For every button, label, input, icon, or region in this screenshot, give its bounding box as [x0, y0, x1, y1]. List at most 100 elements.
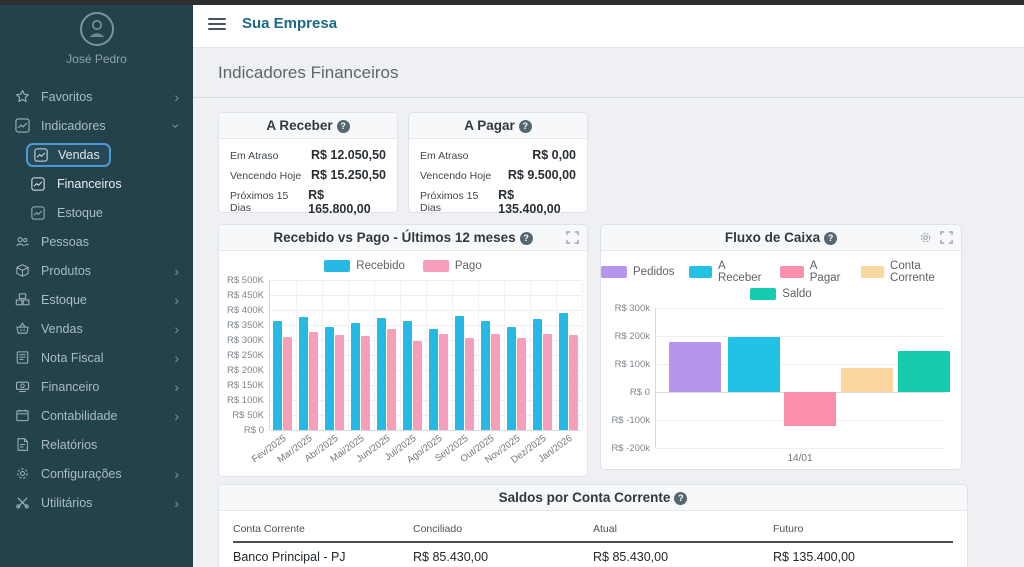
help-icon[interactable]: ? [337, 120, 350, 133]
sidebar-subitem-estoque[interactable]: Estoque [0, 198, 193, 227]
sidebar-item-indicadores[interactable]: Indicadores › [0, 111, 193, 140]
y-axis: R$ 500KR$ 450KR$ 400KR$ 350KR$ 300KR$ 25… [223, 280, 269, 430]
gridline [296, 280, 297, 430]
y-tick-label: R$ 400K [227, 305, 264, 316]
bar-a-receber [728, 337, 780, 392]
expand-icon[interactable] [566, 231, 579, 244]
page-header: Indicadores Financeiros [193, 48, 1024, 98]
y-tick-label: R$ -100k [611, 415, 650, 426]
y-tick-label: R$ 300k [615, 303, 650, 314]
card-header: A Pagar? [409, 113, 587, 139]
sidebar-item-produtos[interactable]: Produtos › [0, 256, 193, 285]
star-icon [14, 89, 30, 105]
card-header: A Receber? [219, 113, 397, 139]
user-name: José Pedro [0, 52, 193, 66]
bar-recebido [299, 317, 308, 430]
sidebar-item-label: Financeiro [41, 380, 99, 394]
topbar: Sua Empresa [193, 0, 1024, 48]
sidebar-item-nota-fiscal[interactable]: Nota Fiscal › [0, 343, 193, 372]
kv-row: Próximos 15 DiasR$ 165.800,00 [230, 188, 386, 216]
menu-icon[interactable] [208, 18, 226, 30]
trend-icon [30, 205, 46, 221]
chevron-right-icon: › [174, 351, 179, 365]
gear-icon[interactable] [919, 231, 932, 244]
gridline [400, 280, 401, 430]
ledger-icon [14, 408, 30, 424]
kv-value: R$ 9.500,00 [508, 168, 576, 182]
bar-recebido [559, 313, 568, 430]
table-cell: R$ 135.400,00 [773, 542, 953, 567]
y-tick-label: R$ 250K [227, 350, 264, 361]
legend-item: Saldo [750, 288, 811, 300]
kv-row: Em AtrasoR$ 0,00 [420, 148, 576, 162]
expand-icon[interactable] [940, 231, 953, 244]
legend-row: PedidosA ReceberA PagarConta Corrente [601, 260, 961, 284]
card-saldos-conta-corrente: Saldos por Conta Corrente? Conta Corrent… [218, 484, 968, 567]
bar-recebido [325, 327, 334, 431]
sidebar-item-vendas[interactable]: Vendas › [0, 314, 193, 343]
bar-recebido [403, 321, 412, 431]
sidebar-subitem-label: Estoque [57, 206, 103, 220]
sidebar-item-estoque[interactable]: Estoque › [0, 285, 193, 314]
y-tick-label: R$ 200k [615, 331, 650, 342]
gridline [530, 280, 531, 430]
legend-label: Pedidos [633, 266, 675, 278]
sidebar-item-financeiro[interactable]: Financeiro › [0, 372, 193, 401]
gridline [582, 280, 583, 430]
sidebar-item-favoritos[interactable]: Favoritos › [0, 82, 193, 111]
legend-swatch [601, 266, 627, 278]
tools-icon [14, 495, 30, 511]
legend-swatch [750, 288, 776, 300]
kv-row: Próximos 15 DiasR$ 135.400,00 [420, 188, 576, 216]
avatar[interactable] [80, 12, 114, 46]
gridline [656, 336, 945, 337]
card-title: Saldos por Conta Corrente [499, 490, 671, 505]
help-icon[interactable]: ? [519, 120, 532, 133]
bar-recebido [429, 329, 438, 430]
gridline [478, 280, 479, 430]
gridline [656, 308, 945, 309]
sidebar-item-contabilidade[interactable]: Contabilidade › [0, 401, 193, 430]
kv-value: R$ 135.400,00 [498, 188, 576, 216]
help-icon[interactable]: ? [824, 232, 837, 245]
chevron-right-icon: › [174, 496, 179, 510]
column-header: Atual [593, 515, 773, 542]
kv-label: Vencendo Hoje [420, 170, 491, 182]
column-header: Futuro [773, 515, 953, 542]
gridline [426, 280, 427, 430]
sidebar-subitem-vendas[interactable]: Vendas [0, 140, 193, 169]
gear-icon [14, 466, 30, 482]
company-name[interactable]: Sua Empresa [242, 15, 337, 32]
column-header: Conta Corrente [233, 515, 413, 542]
sidebar-item-utilitarios[interactable]: Utilitários › [0, 488, 193, 517]
plot-area [655, 308, 945, 448]
card-body: Em AtrasoR$ 0,00 Vencendo Hoje R$ 9.500,0… [409, 139, 587, 231]
chevron-right-icon: › [174, 90, 179, 104]
table-row[interactable]: Banco Principal - PJR$ 85.430,00R$ 85.43… [233, 542, 953, 567]
legend-item: Recebido [324, 260, 405, 272]
legend-swatch [423, 260, 449, 272]
kv-label: Próximos 15 Dias [420, 190, 498, 214]
bar-pago [413, 341, 422, 430]
people-icon [14, 234, 30, 250]
dashboard-screen: José Pedro Favoritos › Indicadores › [0, 0, 1024, 567]
invoice-icon [14, 350, 30, 366]
sidebar-item-configuracoes[interactable]: Configurações › [0, 459, 193, 488]
card-fluxo-de-caixa: Fluxo de Caixa? PedidosA ReceberA PagarC… [600, 224, 962, 470]
package-icon [14, 263, 30, 279]
user-block[interactable]: José Pedro [0, 0, 193, 72]
sidebar-item-relatorios[interactable]: Relatórios [0, 430, 193, 459]
bar-conta-corrente [841, 368, 893, 392]
sidebar-subitem-financeiros[interactable]: Financeiros [0, 169, 193, 198]
card-body: Em AtrasoR$ 12.050,50 Vencendo HojeR$ 15… [219, 139, 397, 231]
sidebar-item-label: Indicadores [41, 119, 106, 133]
help-icon[interactable]: ? [674, 492, 687, 505]
sidebar-item-pessoas[interactable]: Pessoas [0, 227, 193, 256]
kv-row: Vencendo HojeR$ 15.250,50 [230, 168, 386, 182]
sidebar-item-label: Vendas [41, 322, 83, 336]
chevron-down-icon: › [170, 123, 184, 128]
gridline [348, 280, 349, 430]
bar-pago [361, 336, 370, 430]
bar-recebido [377, 318, 386, 430]
help-icon[interactable]: ? [520, 232, 533, 245]
